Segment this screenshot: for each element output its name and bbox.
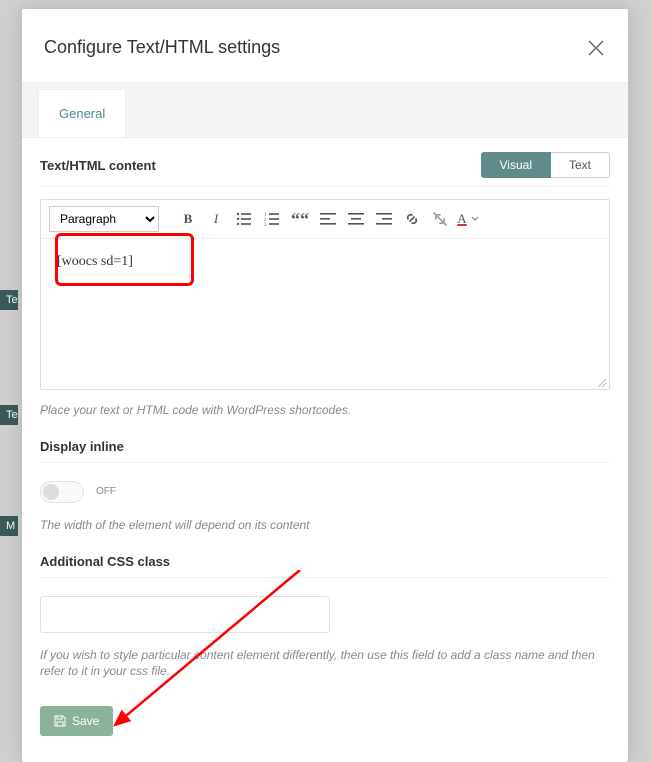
text-color-icon: A xyxy=(457,211,466,227)
align-left-icon xyxy=(320,213,336,225)
modal-body: Text/HTML content Visual Text Paragraph … xyxy=(22,138,628,762)
save-button-label: Save xyxy=(72,714,99,728)
italic-button[interactable]: I xyxy=(205,208,227,230)
mode-visual-button[interactable]: Visual xyxy=(481,152,551,178)
content-label: Text/HTML content xyxy=(40,158,156,173)
blockquote-button[interactable]: ““ xyxy=(289,208,311,230)
display-inline-helper: The width of the element will depend on … xyxy=(40,517,610,534)
align-right-icon xyxy=(376,213,392,225)
link-button[interactable] xyxy=(401,208,423,230)
modal-title: Configure Text/HTML settings xyxy=(44,37,280,58)
content-helper: Place your text or HTML code with WordPr… xyxy=(40,402,610,419)
save-button[interactable]: Save xyxy=(40,706,113,736)
modal-header: Configure Text/HTML settings xyxy=(22,9,628,82)
settings-modal: Configure Text/HTML settings General Tex… xyxy=(22,9,628,762)
editor-toolbar: Paragraph B I 123 ““ xyxy=(41,200,609,239)
unlink-icon xyxy=(432,211,448,227)
numbered-list-icon: 123 xyxy=(264,212,280,226)
chevron-down-icon xyxy=(471,216,479,222)
bg-fragment: Te xyxy=(0,290,18,310)
link-icon xyxy=(404,211,420,227)
align-left-button[interactable] xyxy=(317,208,339,230)
editor-area[interactable]: [woocs sd=1] xyxy=(41,239,609,389)
save-icon xyxy=(54,715,66,727)
css-class-input[interactable] xyxy=(40,596,330,633)
bullet-list-button[interactable] xyxy=(233,208,255,230)
text-color-button[interactable]: A xyxy=(457,208,479,230)
close-icon xyxy=(588,40,604,56)
svg-text:3: 3 xyxy=(264,223,267,226)
css-class-helper: If you wish to style particular content … xyxy=(40,647,610,681)
display-inline-label: Display inline xyxy=(40,439,610,463)
bg-fragment: Te xyxy=(0,405,18,425)
display-inline-toggle[interactable] xyxy=(40,481,84,503)
bg-fragment: M xyxy=(0,516,18,536)
bold-icon: B xyxy=(184,211,193,227)
mode-text-button[interactable]: Text xyxy=(551,152,610,178)
align-center-icon xyxy=(348,213,364,225)
tabs-bar: General xyxy=(22,82,628,138)
resize-handle[interactable] xyxy=(595,375,607,387)
numbered-list-button[interactable]: 123 xyxy=(261,208,283,230)
content-header-row: Text/HTML content Visual Text xyxy=(40,152,610,187)
toggle-knob xyxy=(43,484,59,500)
tab-general[interactable]: General xyxy=(38,89,126,137)
editor-container: Paragraph B I 123 ““ xyxy=(40,199,610,390)
display-inline-toggle-row: OFF xyxy=(40,481,610,503)
css-class-label: Additional CSS class xyxy=(40,554,610,578)
unlink-button[interactable] xyxy=(429,208,451,230)
editor-content: [woocs sd=1] xyxy=(57,254,133,269)
editor-mode-toggle: Visual Text xyxy=(481,152,610,178)
bold-button[interactable]: B xyxy=(177,208,199,230)
format-select[interactable]: Paragraph xyxy=(49,206,159,232)
italic-icon: I xyxy=(214,211,218,227)
close-button[interactable] xyxy=(586,38,606,58)
bullet-list-icon xyxy=(236,212,252,226)
align-center-button[interactable] xyxy=(345,208,367,230)
align-right-button[interactable] xyxy=(373,208,395,230)
toggle-state-label: OFF xyxy=(96,486,116,497)
